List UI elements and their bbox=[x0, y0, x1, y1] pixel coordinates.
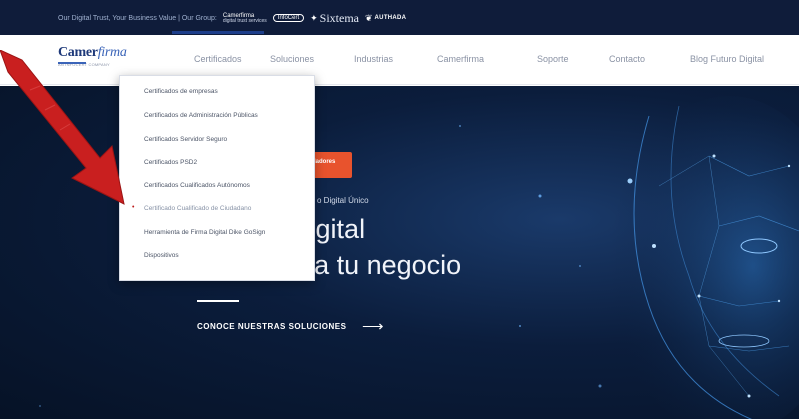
sixtema-label: Sixtema bbox=[319, 10, 359, 25]
logo-word-italic: firma bbox=[97, 45, 127, 60]
camerfirma-logo[interactable]: Camerfirma AN INFOCERT COMPANY bbox=[58, 43, 158, 67]
logo-word-main: Camer bbox=[58, 45, 98, 60]
dropdown-item-empresas[interactable]: Certificados de empresas bbox=[144, 88, 218, 95]
nav-industrias[interactable]: Industrias bbox=[354, 54, 393, 64]
infocert-badge-label: InfoCert bbox=[272, 14, 305, 22]
dropdown-item-dispositivos[interactable]: Dispositivos bbox=[144, 252, 179, 259]
trust-tagline: Our Digital Trust, Your Business Value |… bbox=[58, 14, 217, 22]
camerfirma-group-logo[interactable]: Camerfirma digital trust services bbox=[223, 13, 267, 24]
sixtema-logo[interactable]: ✦ Sixtema bbox=[310, 11, 359, 26]
dropdown-item-psd2[interactable]: Certificados PSD2 bbox=[144, 159, 197, 166]
sixtema-star-icon: ✦ bbox=[310, 12, 318, 23]
nav-certificados[interactable]: Certificados bbox=[172, 31, 263, 64]
nav-soluciones[interactable]: Soluciones bbox=[270, 54, 314, 64]
nav-contacto[interactable]: Contacto bbox=[609, 54, 645, 64]
hero-badge-label: dadores bbox=[312, 159, 336, 165]
group-topbar: Our Digital Trust, Your Business Value |… bbox=[0, 0, 799, 35]
arrow-right-icon[interactable]: ⟶ bbox=[362, 317, 384, 335]
nav-camerfirma[interactable]: Camerfirma bbox=[437, 54, 484, 64]
hero-cta-link[interactable]: CONOCE NUESTRAS SOLUCIONES bbox=[197, 322, 346, 331]
authada-logo[interactable]: ❦ AUTHADA bbox=[365, 13, 406, 24]
dropdown-item-admin-publicas[interactable]: Certificados de Administración Públicas bbox=[144, 112, 258, 119]
hero-divider bbox=[197, 300, 239, 302]
group-logo-sub: digital trust services bbox=[222, 17, 267, 24]
nav-soporte[interactable]: Soporte bbox=[537, 54, 569, 64]
logo-wordmark: Camerfirma bbox=[58, 45, 127, 60]
dropdown-item-autonomos[interactable]: Certificados Cualificados Autónomos bbox=[144, 182, 250, 189]
digital-face-illustration bbox=[609, 96, 799, 419]
nav-blog[interactable]: Blog Futuro Digital bbox=[690, 54, 764, 64]
bullet-icon: • bbox=[132, 204, 135, 211]
authada-bird-icon: ❦ bbox=[365, 12, 373, 23]
hero-eyebrow: o Digital Único bbox=[317, 196, 369, 205]
certificados-dropdown: Certificados de empresas Certificados de… bbox=[119, 75, 315, 281]
logo-underline bbox=[58, 62, 86, 64]
authada-label: AUTHADA bbox=[374, 15, 407, 21]
infocert-badge[interactable]: InfoCert bbox=[272, 14, 305, 22]
dropdown-item-servidor-seguro[interactable]: Certificados Servidor Seguro bbox=[144, 136, 227, 143]
dropdown-item-dike-gosign[interactable]: Herramienta de Firma Digital Dike GoSign bbox=[144, 229, 265, 236]
dropdown-item-ciudadano[interactable]: Certificado Cualificado de Ciudadano bbox=[144, 205, 251, 212]
